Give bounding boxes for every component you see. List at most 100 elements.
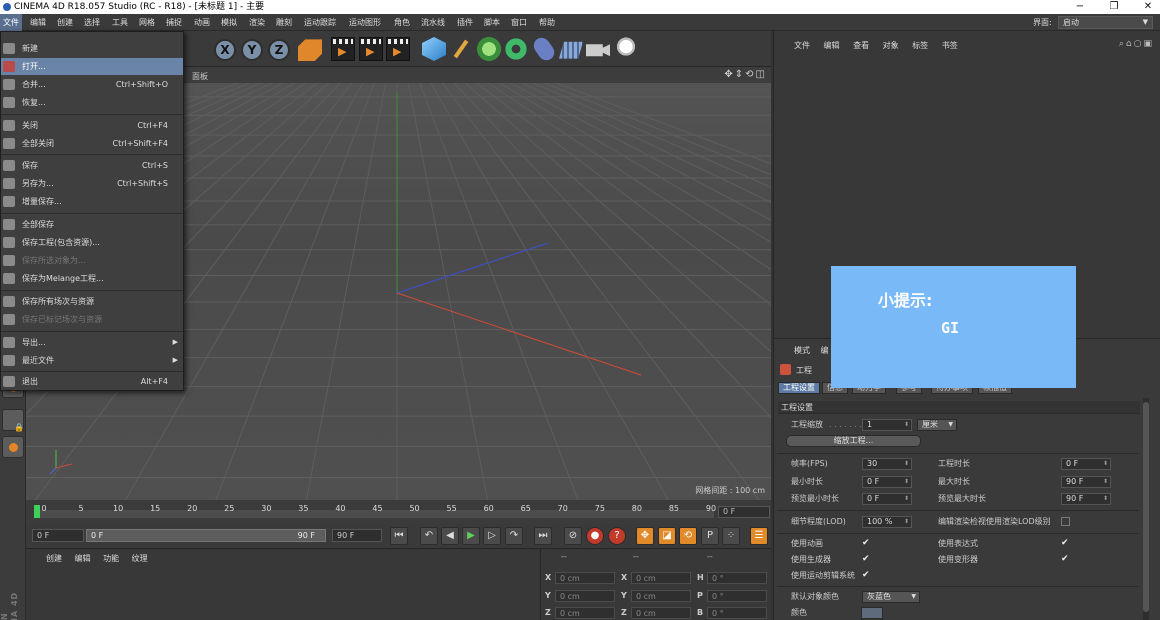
parameter-key-icon[interactable]: P <box>701 527 719 545</box>
viewport-menu-panel[interactable]: 面板 <box>192 71 208 82</box>
scale-key-icon[interactable]: ◪ <box>658 527 676 545</box>
use-deformers-checkbox[interactable]: ✔ <box>1061 555 1070 564</box>
floor-scene-icon[interactable] <box>559 41 583 59</box>
render-picture-viewer-icon[interactable] <box>359 37 383 61</box>
attribute-scrollbar-thumb[interactable] <box>1143 402 1149 612</box>
tab-project-settings[interactable]: 工程设置 <box>778 382 820 394</box>
preview-max-field[interactable]: 90 F ⬍ <box>1061 493 1111 505</box>
move-key-icon[interactable]: ✥ <box>636 527 654 545</box>
menu-pipeline[interactable]: 流水线 <box>421 14 445 31</box>
color-swatch[interactable] <box>861 607 883 619</box>
menu-help[interactable]: 帮助 <box>539 14 555 31</box>
object-menu-bookmarks[interactable]: 书签 <box>942 41 958 50</box>
size-z-field[interactable]: 0 cm <box>631 607 691 619</box>
deformer-icon[interactable] <box>530 34 558 64</box>
menu-select[interactable]: 选择 <box>84 14 100 31</box>
project-time-field[interactable]: 0 F ⬍ <box>1061 458 1111 470</box>
use-generators-checkbox[interactable]: ✔ <box>862 555 871 564</box>
y-axis-lock-button[interactable]: Y <box>241 39 263 61</box>
file-menu-item-recent-files[interactable]: 最近文件 ▶ <box>1 352 183 369</box>
rotation-b-field[interactable]: 0 ° <box>707 607 767 619</box>
go-to-start-icon[interactable]: ⏮ <box>390 527 408 545</box>
material-menu-texture[interactable]: 纹理 <box>132 554 148 563</box>
menu-file[interactable]: 文件 <box>0 14 22 31</box>
position-y-field[interactable]: 0 cm <box>555 590 615 602</box>
go-to-end-icon[interactable]: ⏭ <box>534 527 552 545</box>
workplane-lock-icon[interactable] <box>2 409 24 432</box>
object-menu-file[interactable]: 文件 <box>794 41 810 50</box>
subdivision-surface-icon[interactable] <box>477 37 501 61</box>
z-axis-lock-button[interactable]: Z <box>268 39 290 61</box>
render-lod-checkbox[interactable] <box>1061 517 1070 526</box>
next-key-icon[interactable]: ↷ <box>505 527 523 545</box>
default-object-color-select[interactable]: 灰蓝色 ▼ <box>862 591 920 603</box>
play-icon[interactable]: ▶ <box>462 527 480 545</box>
autokey-icon[interactable]: ● <box>586 527 604 545</box>
file-menu-item-close-all[interactable]: 全部关闭 Ctrl+Shift+F4 <box>1 135 183 152</box>
rotate-key-icon[interactable]: ⟲ <box>679 527 697 545</box>
menu-snap[interactable]: 捕捉 <box>166 14 182 31</box>
attr-menu-edit[interactable]: 编 <box>821 346 829 355</box>
file-menu-item-revert[interactable]: 恢复... <box>1 94 183 111</box>
menu-render[interactable]: 渲染 <box>249 14 265 31</box>
project-scale-field[interactable]: 1 ⬍ <box>862 419 912 431</box>
menu-simulate[interactable]: 模拟 <box>221 14 237 31</box>
x-axis-lock-button[interactable]: X <box>214 39 236 61</box>
menu-create[interactable]: 创建 <box>57 14 73 31</box>
menu-sculpt[interactable]: 雕刻 <box>276 14 292 31</box>
min-time-field[interactable]: 0 F ⬍ <box>862 476 912 488</box>
object-menu-tags[interactable]: 标签 <box>912 41 928 50</box>
end-frame-field[interactable]: 90 F <box>332 529 382 542</box>
menu-character[interactable]: 角色 <box>394 14 410 31</box>
minimize-button[interactable]: − <box>1063 0 1097 14</box>
scale-project-button[interactable]: 缩放工程... <box>786 435 921 447</box>
close-button[interactable]: ✕ <box>1131 0 1160 14</box>
max-time-field[interactable]: 90 F ⬍ <box>1061 476 1111 488</box>
material-menu-create[interactable]: 创建 <box>46 554 62 563</box>
current-frame-field[interactable]: 0 F <box>718 506 770 518</box>
start-frame-field[interactable]: 0 F <box>32 529 84 542</box>
object-menu-view[interactable]: 查看 <box>853 41 869 50</box>
previous-frame-icon[interactable]: ◀ <box>441 527 459 545</box>
use-motion-system-checkbox[interactable]: ✔ <box>862 571 871 580</box>
cube-primitive-icon[interactable] <box>422 37 446 61</box>
file-menu-item-close[interactable]: 关闭 Ctrl+F4 <box>1 117 183 134</box>
coordinate-system-icon[interactable] <box>298 39 322 61</box>
menu-edit[interactable]: 编辑 <box>30 14 46 31</box>
snap-tool-icon[interactable] <box>2 436 24 458</box>
next-frame-icon[interactable]: ▷ <box>483 527 501 545</box>
render-settings-icon[interactable] <box>386 37 410 61</box>
fps-field[interactable]: 30 ⬍ <box>862 458 912 470</box>
position-x-field[interactable]: 0 cm <box>555 572 615 584</box>
size-x-field[interactable]: 0 cm <box>631 572 691 584</box>
mograph-cloner-icon[interactable] <box>504 37 528 61</box>
lod-field[interactable]: 100 % ⬍ <box>862 516 912 528</box>
menu-motion-tracking[interactable]: 运动跟踪 <box>304 14 336 31</box>
keyframe-selection-icon[interactable]: ? <box>608 527 626 545</box>
object-menu-objects[interactable]: 对象 <box>883 41 899 50</box>
file-menu-item-open[interactable]: 打开... <box>1 58 183 75</box>
rotation-h-field[interactable]: 0 ° <box>707 572 767 584</box>
preview-range-slider[interactable]: 0 F 90 F <box>86 529 326 542</box>
file-menu-item-save-project-assets[interactable]: 保存工程(包含资源)... <box>1 234 183 251</box>
file-menu-item-save-as[interactable]: 另存为... Ctrl+Shift+S <box>1 175 183 192</box>
object-menu-edit[interactable]: 编辑 <box>824 41 840 50</box>
menu-script[interactable]: 脚本 <box>484 14 500 31</box>
timeline-window-icon[interactable]: ☰ <box>750 527 768 545</box>
preview-min-field[interactable]: 0 F ⬍ <box>862 493 912 505</box>
section-header[interactable]: 工程设置 <box>778 401 1140 414</box>
file-menu-item-new[interactable]: 新建 <box>1 40 183 57</box>
menu-mesh[interactable]: 网格 <box>139 14 155 31</box>
layout-select[interactable]: 启动 ▼ <box>1058 16 1153 29</box>
file-menu-item-quit[interactable]: 退出 Alt+F4 <box>1 373 183 390</box>
record-keys-icon[interactable]: ⊘ <box>564 527 582 545</box>
file-menu-item-save-melange[interactable]: 保存为Melange工程... <box>1 270 183 287</box>
menu-mograph[interactable]: 运动图形 <box>349 14 381 31</box>
spline-pen-icon[interactable] <box>449 37 473 61</box>
menu-window[interactable]: 窗口 <box>511 14 527 31</box>
camera-icon[interactable] <box>586 44 610 57</box>
use-animation-checkbox[interactable]: ✔ <box>862 539 871 548</box>
material-menu-function[interactable]: 功能 <box>103 554 119 563</box>
file-menu-item-save[interactable]: 保存 Ctrl+S <box>1 157 183 174</box>
file-menu-item-export[interactable]: 导出... ▶ <box>1 334 183 351</box>
